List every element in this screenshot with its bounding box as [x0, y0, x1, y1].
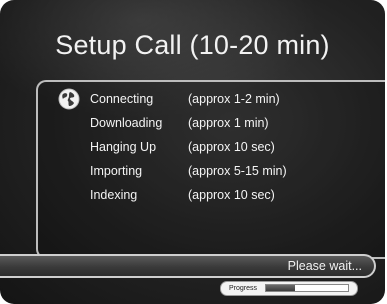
step-indexing: Indexing (approx 10 sec) [56, 186, 356, 210]
progress-track [265, 284, 349, 292]
step-time: (approx 5-15 min) [188, 164, 287, 178]
step-downloading: Downloading (approx 1 min) [56, 114, 356, 138]
step-name: Hanging Up [90, 140, 157, 154]
status-bar: Please wait... [0, 254, 376, 278]
step-time: (approx 10 sec) [188, 188, 275, 202]
progress-label: Progress [229, 285, 258, 292]
setup-call-screen: Setup Call (10-20 min) Connecting (appro… [0, 0, 385, 304]
step-name: Downloading [90, 116, 163, 130]
step-importing: Importing (approx 5-15 min) [56, 162, 356, 186]
step-name: Connecting [90, 92, 154, 106]
step-time: (approx 1-2 min) [188, 92, 280, 106]
status-text: Please wait... [287, 259, 362, 273]
step-name: Indexing [90, 188, 138, 202]
steps-list: Connecting (approx 1-2 min) Downloading … [56, 88, 356, 210]
page-title: Setup Call (10-20 min) [55, 30, 330, 60]
step-time: (approx 1 min) [188, 116, 269, 130]
step-name: Importing [90, 164, 143, 178]
step-time: (approx 10 sec) [188, 140, 275, 154]
progress-fill [266, 285, 295, 291]
progress-indicator: Progress [220, 281, 358, 296]
step-hanging-up: Hanging Up (approx 10 sec) [56, 138, 356, 162]
step-connecting: Connecting (approx 1-2 min) [56, 88, 356, 114]
globe-icon [58, 88, 80, 110]
